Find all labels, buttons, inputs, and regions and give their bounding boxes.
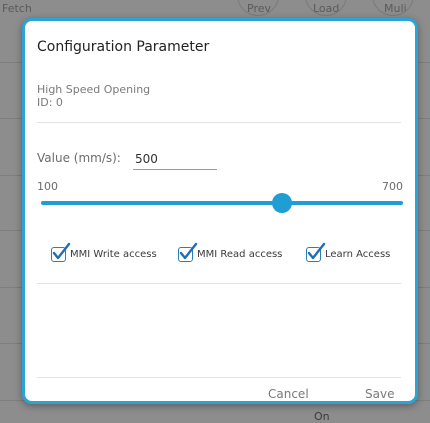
learn-access-checkbox[interactable]: Learn Access bbox=[306, 242, 391, 262]
background-fetch-label: Fetch bbox=[2, 2, 32, 15]
background-circle bbox=[372, 0, 414, 16]
divider bbox=[37, 377, 401, 378]
configuration-dialog: Configuration Parameter High Speed Openi… bbox=[22, 18, 418, 404]
save-button[interactable]: Save bbox=[365, 387, 394, 401]
mmi-read-access-checkbox[interactable]: MMI Read access bbox=[178, 242, 283, 262]
checkbox-checked-icon[interactable] bbox=[51, 242, 71, 262]
background-on-label: On bbox=[314, 410, 330, 423]
mmi-write-access-checkbox[interactable]: MMI Write access bbox=[51, 242, 157, 262]
cancel-button[interactable]: Cancel bbox=[268, 387, 309, 401]
value-label: Value (mm/s): bbox=[37, 151, 121, 165]
background-circle bbox=[237, 0, 279, 16]
checkbox-label: Learn Access bbox=[325, 249, 391, 260]
parameter-id: ID: 0 bbox=[37, 96, 63, 109]
divider bbox=[37, 122, 401, 123]
checkbox-checked-icon[interactable] bbox=[178, 242, 198, 262]
checkbox-checked-icon[interactable] bbox=[306, 242, 326, 262]
divider bbox=[37, 283, 401, 284]
dialog-title: Configuration Parameter bbox=[37, 39, 210, 55]
parameter-info: High Speed Opening ID: 0 bbox=[37, 83, 150, 109]
slider-max-label: 700 bbox=[382, 180, 403, 193]
slider-min-label: 100 bbox=[37, 180, 58, 193]
parameter-name: High Speed Opening bbox=[37, 83, 151, 96]
checkbox-label: MMI Write access bbox=[70, 249, 157, 260]
value-input[interactable] bbox=[133, 149, 217, 170]
background-circle bbox=[305, 0, 347, 16]
value-slider-thumb[interactable] bbox=[272, 193, 293, 213]
value-slider-track[interactable] bbox=[41, 201, 403, 205]
checkbox-label: MMI Read access bbox=[197, 249, 283, 260]
